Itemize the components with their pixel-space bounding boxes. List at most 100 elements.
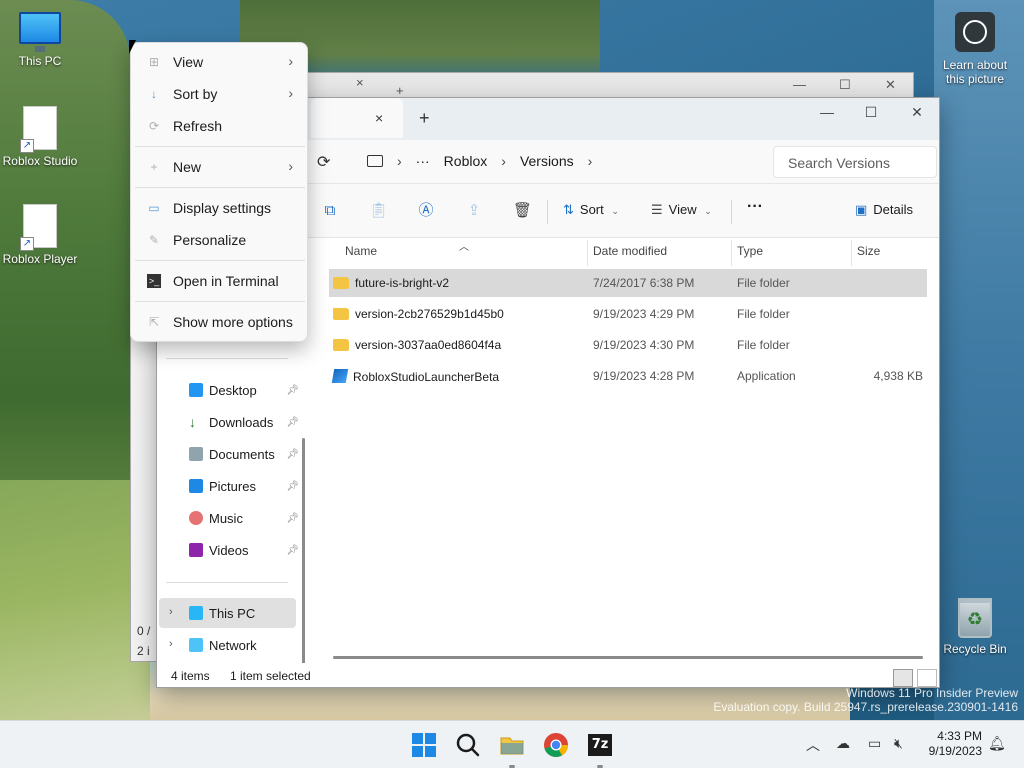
monitor-icon	[19, 12, 61, 52]
pin-icon[interactable]: 📌︎	[286, 481, 299, 492]
rename-icon[interactable]: Ⓐ	[417, 202, 435, 220]
start-button[interactable]	[408, 729, 440, 761]
pin-icon[interactable]: 📌︎	[286, 385, 299, 396]
pin-icon[interactable]: 📌︎	[286, 545, 299, 556]
notification-bell-icon[interactable]: 🔔︎	[988, 735, 1006, 752]
column-separator[interactable]	[851, 240, 852, 266]
menu-item-open-in-terminal[interactable]: >_ Open in Terminal	[135, 266, 305, 296]
desktop-icon-roblox-player[interactable]: ↗ Roblox Player	[0, 204, 80, 266]
volume-muted-icon[interactable]: 🔇︎	[894, 735, 903, 752]
file-name: version-3037aa0ed8604f4a	[355, 338, 502, 352]
sidebar-item-music[interactable]: Music 📌︎	[189, 506, 299, 530]
sidebar-item-pictures[interactable]: Pictures 📌︎	[189, 474, 299, 498]
paste-icon[interactable]: 📋︎	[369, 202, 388, 220]
this-pc-icon[interactable]	[367, 155, 383, 167]
menu-item-new[interactable]: + New ›	[135, 152, 305, 182]
column-header-type[interactable]: Type	[737, 244, 763, 258]
search-button[interactable]	[452, 729, 484, 761]
copy-icon[interactable]: ⧉	[321, 202, 339, 220]
back-close-button[interactable]: ✕	[885, 77, 896, 93]
chevron-right-icon[interactable]: ›	[588, 153, 593, 169]
desktop-context-menu[interactable]: ⊞ View › ↓ Sort by › ⟳ Refresh + New › ▭…	[130, 42, 308, 342]
breadcrumb-more[interactable]: ···	[416, 153, 430, 169]
chrome-icon	[544, 733, 568, 758]
sidebar-item-label: This PC	[209, 605, 256, 621]
desktop-icon-recycle-bin[interactable]: ♻ Recycle Bin	[935, 598, 1015, 656]
details-view-button[interactable]	[893, 669, 913, 687]
table-row[interactable]: version-2cb276529b1d45b0 9/19/2023 4:29 …	[329, 300, 927, 328]
sidebar-item-videos[interactable]: Videos 📌︎	[189, 538, 299, 562]
file-date: 7/24/2017 6:38 PM	[593, 276, 695, 290]
details-pane-icon: ▣	[855, 202, 868, 217]
desktop-icon-this-pc[interactable]: This PC	[0, 12, 80, 68]
details-pane-button[interactable]: ▣ Details	[855, 202, 913, 218]
column-header-name[interactable]: Name	[345, 244, 377, 258]
chevron-right-icon[interactable]: ›	[169, 606, 173, 618]
breadcrumb-item-versions[interactable]: Versions	[520, 153, 574, 169]
show-hidden-icons-chevron-icon[interactable]: ︿	[806, 735, 820, 755]
taskbar-chrome[interactable]	[540, 729, 572, 761]
refresh-icon[interactable]: ⟳	[317, 152, 330, 172]
column-header-size[interactable]: Size	[857, 244, 880, 258]
search-input[interactable]: Search Versions	[773, 146, 937, 178]
sidebar-item-documents[interactable]: Documents 📌︎	[189, 442, 299, 466]
delete-icon[interactable]: 🗑︎	[513, 202, 532, 220]
breadcrumb[interactable]: › ··· Roblox › Versions ›	[367, 146, 767, 176]
column-header-date[interactable]: Date modified	[593, 244, 667, 258]
menu-item-refresh[interactable]: ⟳ Refresh	[135, 111, 305, 141]
new-tab-button[interactable]: +	[419, 108, 430, 129]
sidebar-item-network[interactable]: Network	[189, 633, 299, 657]
menu-item-sort-by[interactable]: ↓ Sort by ›	[135, 79, 305, 109]
back-new-tab-button[interactable]: +	[396, 83, 404, 98]
system-clock[interactable]: 4:33 PM 9/19/2023	[922, 729, 982, 759]
horizontal-scrollbar[interactable]	[333, 656, 923, 659]
breadcrumb-item-roblox[interactable]: Roblox	[444, 153, 488, 169]
table-row[interactable]: RobloxStudioLauncherBeta 9/19/2023 4:28 …	[329, 362, 927, 390]
sort-button[interactable]: ⇅ Sort ⌄	[563, 202, 619, 218]
back-maximize-button[interactable]: ☐	[839, 77, 851, 93]
minimize-button[interactable]: —	[817, 104, 837, 120]
menu-item-view[interactable]: ⊞ View ›	[135, 47, 305, 77]
sidebar-item-label: Documents	[209, 446, 275, 462]
learn-about-picture-button[interactable]	[955, 12, 995, 52]
share-icon[interactable]: ⇪	[465, 202, 483, 220]
table-row[interactable]: future-is-bright-v2 7/24/2017 6:38 PM Fi…	[329, 269, 927, 297]
folder-icon	[500, 737, 524, 755]
menu-item-personalize[interactable]: ✎ Personalize	[135, 225, 305, 255]
tiles-view-button[interactable]	[917, 669, 937, 687]
taskbar-7zip[interactable]: 7z	[584, 729, 616, 761]
back-tab-close-button[interactable]: ×	[356, 75, 364, 90]
close-button[interactable]: ✕	[907, 104, 927, 121]
view-button[interactable]: ☰ View ⌄	[651, 202, 712, 218]
menu-item-show-more-options[interactable]: ⇱ Show more options	[135, 307, 305, 337]
pin-icon[interactable]: 📌︎	[286, 449, 299, 460]
maximize-button[interactable]: ☐	[861, 104, 881, 121]
chevron-right-icon[interactable]: ›	[169, 638, 173, 650]
taskbar-file-explorer[interactable]	[496, 729, 528, 761]
chevron-right-icon[interactable]: ›	[501, 153, 506, 169]
menu-item-display-settings[interactable]: ▭ Display settings	[135, 193, 305, 223]
learn-about-picture-label[interactable]: Learn about this picture	[935, 58, 1015, 86]
chevron-right-icon: ›	[288, 85, 293, 101]
pin-icon[interactable]: 📌︎	[286, 513, 299, 524]
pin-icon[interactable]: 📌︎	[286, 417, 299, 428]
tab-close-button[interactable]: ×	[375, 110, 383, 126]
file-list[interactable]: Name ︿ Date modified Type Size future-is…	[309, 238, 939, 658]
back-minimize-button[interactable]: —	[793, 77, 806, 92]
chevron-right-icon[interactable]: ›	[397, 153, 402, 169]
table-row[interactable]: version-3037aa0ed8604f4a 9/19/2023 4:30 …	[329, 331, 927, 359]
onedrive-icon[interactable]: ☁	[836, 735, 850, 752]
sort-arrow-icon: ︿	[459, 242, 469, 253]
see-more-button[interactable]: ···	[747, 198, 763, 216]
desktop-icon-roblox-studio[interactable]: ↗ Roblox Studio	[0, 106, 80, 168]
sidebar-item-this-pc[interactable]: This PC	[189, 601, 299, 625]
plus-icon: +	[150, 160, 158, 174]
tab-versions[interactable]	[311, 98, 403, 138]
display-icon[interactable]: ▭	[868, 735, 881, 752]
sidebar-item-downloads[interactable]: ↓ Downloads 📌︎	[189, 410, 299, 434]
column-separator[interactable]	[731, 240, 732, 266]
nav-scrollbar[interactable]	[302, 438, 305, 687]
clock-time: 4:33 PM	[937, 729, 982, 743]
sidebar-item-desktop[interactable]: Desktop 📌︎	[189, 378, 299, 402]
column-separator[interactable]	[587, 240, 588, 266]
